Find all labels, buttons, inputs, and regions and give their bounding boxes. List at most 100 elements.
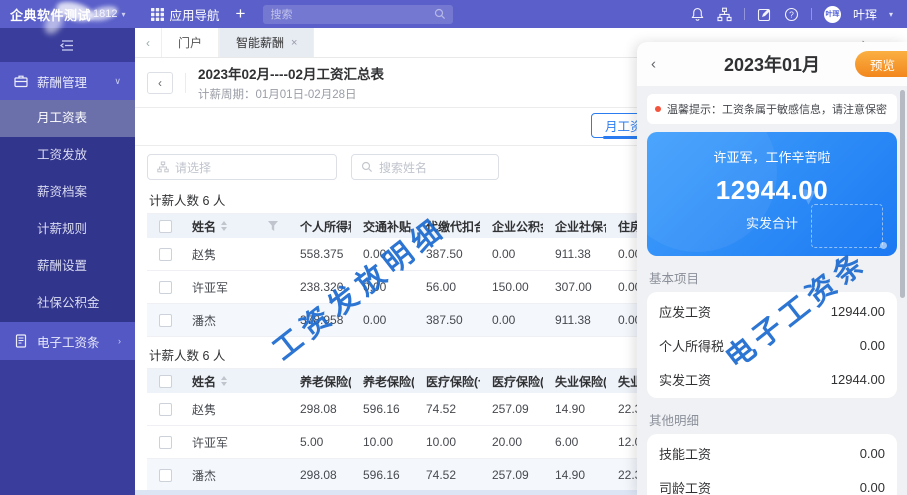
- org-chart-icon[interactable]: [717, 7, 732, 22]
- search-placeholder: 搜索: [270, 9, 293, 21]
- tab-label: 智能薪酬: [236, 36, 285, 50]
- brand[interactable]: 企典软件测试 1812 ▾: [0, 0, 136, 38]
- sort-icon[interactable]: [221, 376, 228, 386]
- row-checkbox[interactable]: [159, 468, 172, 482]
- sidebar-item-计薪规则[interactable]: 计薪规则: [0, 211, 135, 248]
- value-cell: 150.00: [492, 280, 529, 294]
- item-value: 0.00: [859, 479, 885, 495]
- select-all-checkbox[interactable]: [159, 374, 172, 388]
- value-cell: 596.16: [363, 402, 400, 416]
- preview-button[interactable]: 预览: [854, 51, 907, 77]
- panel-scrollbar-thumb[interactable]: [900, 90, 905, 298]
- sidebar-group-payroll[interactable]: 薪酬管理 ∨: [0, 62, 135, 100]
- value-cell: 596.16: [363, 468, 400, 482]
- sidebar-collapse-button[interactable]: [0, 28, 135, 62]
- sidebar-item-社保公积金[interactable]: 社保公积金: [0, 285, 135, 322]
- table-header-row: 姓名 养老保险(个... 养老保险(企... 医疗保险(个... 医疗保险(企... 失业…: [147, 369, 669, 393]
- page-subtitle: 计薪周期：01月01日-02月28日: [198, 89, 357, 101]
- sort-down-icon: [221, 227, 228, 231]
- user-chevron-down-icon[interactable]: ▾: [889, 10, 893, 19]
- user-name[interactable]: 叶珲: [853, 6, 877, 23]
- value-cell: 0.00: [492, 247, 516, 261]
- notice-text: 温馨提示：工资条属于敏感信息，请注意保密: [667, 104, 887, 116]
- item-value: 0.00: [859, 337, 885, 353]
- row-checkbox[interactable]: [159, 435, 172, 449]
- payslip-panel: ‹ 2023年01月 预览 温馨提示：工资条属于敏感信息，请注意保密 许亚军，工…: [637, 42, 907, 495]
- sidebar-item-工资发放[interactable]: 工资发放: [0, 137, 135, 174]
- app-nav-label: 应用导航: [169, 8, 220, 23]
- tab-智能薪酬[interactable]: 智能薪酬 ×: [219, 28, 315, 57]
- row-checkbox[interactable]: [159, 247, 172, 261]
- value-cell: 0.00: [363, 313, 387, 327]
- panel-month-title: 2023年01月: [723, 55, 821, 75]
- sidebar-item-薪资档案[interactable]: 薪资档案: [0, 174, 135, 211]
- tab-close-icon[interactable]: ×: [291, 37, 297, 49]
- sidebar-submenu: 月工资表 工资发放 薪资档案 计薪规则 薪酬设置 社保公积金: [0, 100, 135, 322]
- column-header: 交通补贴: [363, 219, 412, 234]
- topbar-actions: ? 叶珲 叶珲 ▾: [690, 5, 907, 23]
- row-checkbox[interactable]: [159, 402, 172, 416]
- help-icon[interactable]: ?: [784, 7, 799, 22]
- name-search-input[interactable]: 搜索姓名: [351, 154, 499, 180]
- top-bar: 企典软件测试 1812 ▾ 应用导航 + 搜索 ? 叶珲 叶珲 ▾: [0, 0, 907, 38]
- department-select[interactable]: 请选择: [147, 154, 337, 180]
- collapse-sidebar-icon: [59, 39, 73, 51]
- name-cell: 许亚军: [192, 280, 229, 295]
- compose-icon[interactable]: [757, 7, 772, 22]
- sidebar-item-薪酬设置[interactable]: 薪酬设置: [0, 248, 135, 285]
- table-row[interactable]: 赵隽 298.08 596.16 74.52 257.09 14.90 22.36: [147, 393, 669, 426]
- value-cell: 387.50: [426, 313, 463, 327]
- row-checkbox[interactable]: [159, 313, 172, 327]
- bell-icon[interactable]: [690, 7, 705, 22]
- value-cell: 14.90: [555, 402, 586, 416]
- column-header: 代缴代扣合计: [426, 219, 480, 234]
- name-column-header: 姓名: [180, 218, 288, 235]
- value-cell: 307.00: [555, 280, 592, 294]
- section-title: 基本项目: [649, 272, 700, 286]
- table-row[interactable]: 许亚军 5.00 10.00 10.00 20.00 6.00 12.00: [147, 426, 669, 459]
- add-tab-button[interactable]: +: [236, 4, 246, 24]
- select-all-checkbox[interactable]: [159, 219, 172, 233]
- value-cell: 558.375: [300, 247, 344, 261]
- sidebar-group-epayslip[interactable]: 电子工资条 ›: [0, 322, 135, 360]
- back-button[interactable]: ‹: [147, 71, 173, 94]
- tab-门户[interactable]: 门户: [161, 28, 220, 57]
- payslip-item-row: 个人所得税 0.00: [659, 328, 885, 362]
- table-row[interactable]: 许亚军 238.320 0.00 56.00 150.00 307.00 0.00: [147, 271, 669, 304]
- insurance-table: 姓名 养老保险(个... 养老保险(企... 医疗保险(个... 医疗保险(企... 失业…: [147, 368, 669, 492]
- tab-strip: 门户 智能薪酬 ×: [161, 28, 315, 57]
- sort-icon[interactable]: [221, 221, 228, 231]
- value-cell: 298.08: [300, 468, 337, 482]
- row-checkbox[interactable]: [159, 280, 172, 294]
- table-row[interactable]: 潘杰 378.958 0.00 387.50 0.00 911.38 0.00: [147, 304, 669, 337]
- sort-down-icon: [221, 382, 228, 386]
- tab-scroll-left-icon[interactable]: ‹: [135, 28, 161, 57]
- table-row[interactable]: 潘杰 298.08 596.16 74.52 257.09 14.90 22.36: [147, 459, 669, 492]
- divider: [810, 8, 812, 20]
- chevron-down-icon: ∨: [114, 75, 121, 86]
- item-label: 技能工资: [659, 446, 712, 462]
- table-row[interactable]: 赵隽 558.375 0.00 387.50 0.00 911.38 0.00: [147, 238, 669, 271]
- sidebar-group2-label: 电子工资条: [37, 335, 100, 350]
- card-decoration: [647, 132, 777, 252]
- panel-back-icon[interactable]: ‹: [651, 56, 656, 73]
- app-nav-menu[interactable]: 应用导航: [150, 5, 220, 24]
- sidebar: 薪酬管理 ∨ 月工资表 工资发放 薪资档案 计薪规则 薪酬设置 社保公积金 电子工资条 ›: [0, 28, 135, 495]
- sidebar-item-月工资表[interactable]: 月工资表: [0, 100, 135, 137]
- column-header: 医疗保险(企...: [492, 374, 543, 389]
- panel-header: ‹ 2023年01月 预览: [637, 42, 907, 86]
- sort-up-icon: [221, 376, 228, 380]
- value-cell: 378.958: [300, 313, 344, 327]
- column-header: 失业保险(个...: [555, 374, 606, 389]
- filter-funnel-icon[interactable]: [268, 221, 278, 231]
- search-icon: [361, 161, 373, 173]
- checkbox-cell: [147, 435, 180, 449]
- section-card: 应发工资 12944.00 个人所得税 0.00 实发工资 12944.00: [647, 292, 897, 398]
- select-all-cell: [147, 374, 180, 388]
- global-search-input[interactable]: 搜索: [263, 4, 454, 24]
- user-avatar[interactable]: 叶珲: [823, 5, 841, 23]
- divider: [743, 8, 745, 20]
- panel-body: 温馨提示：工资条属于敏感信息，请注意保密 许亚军，工作辛苦啦 12944.00 …: [637, 86, 907, 495]
- app-window: 企典软件测试 1812 ▾ 应用导航 + 搜索 ? 叶珲 叶珲 ▾ 薪酬管理 ∨…: [0, 0, 907, 495]
- value-cell: 257.09: [492, 402, 529, 416]
